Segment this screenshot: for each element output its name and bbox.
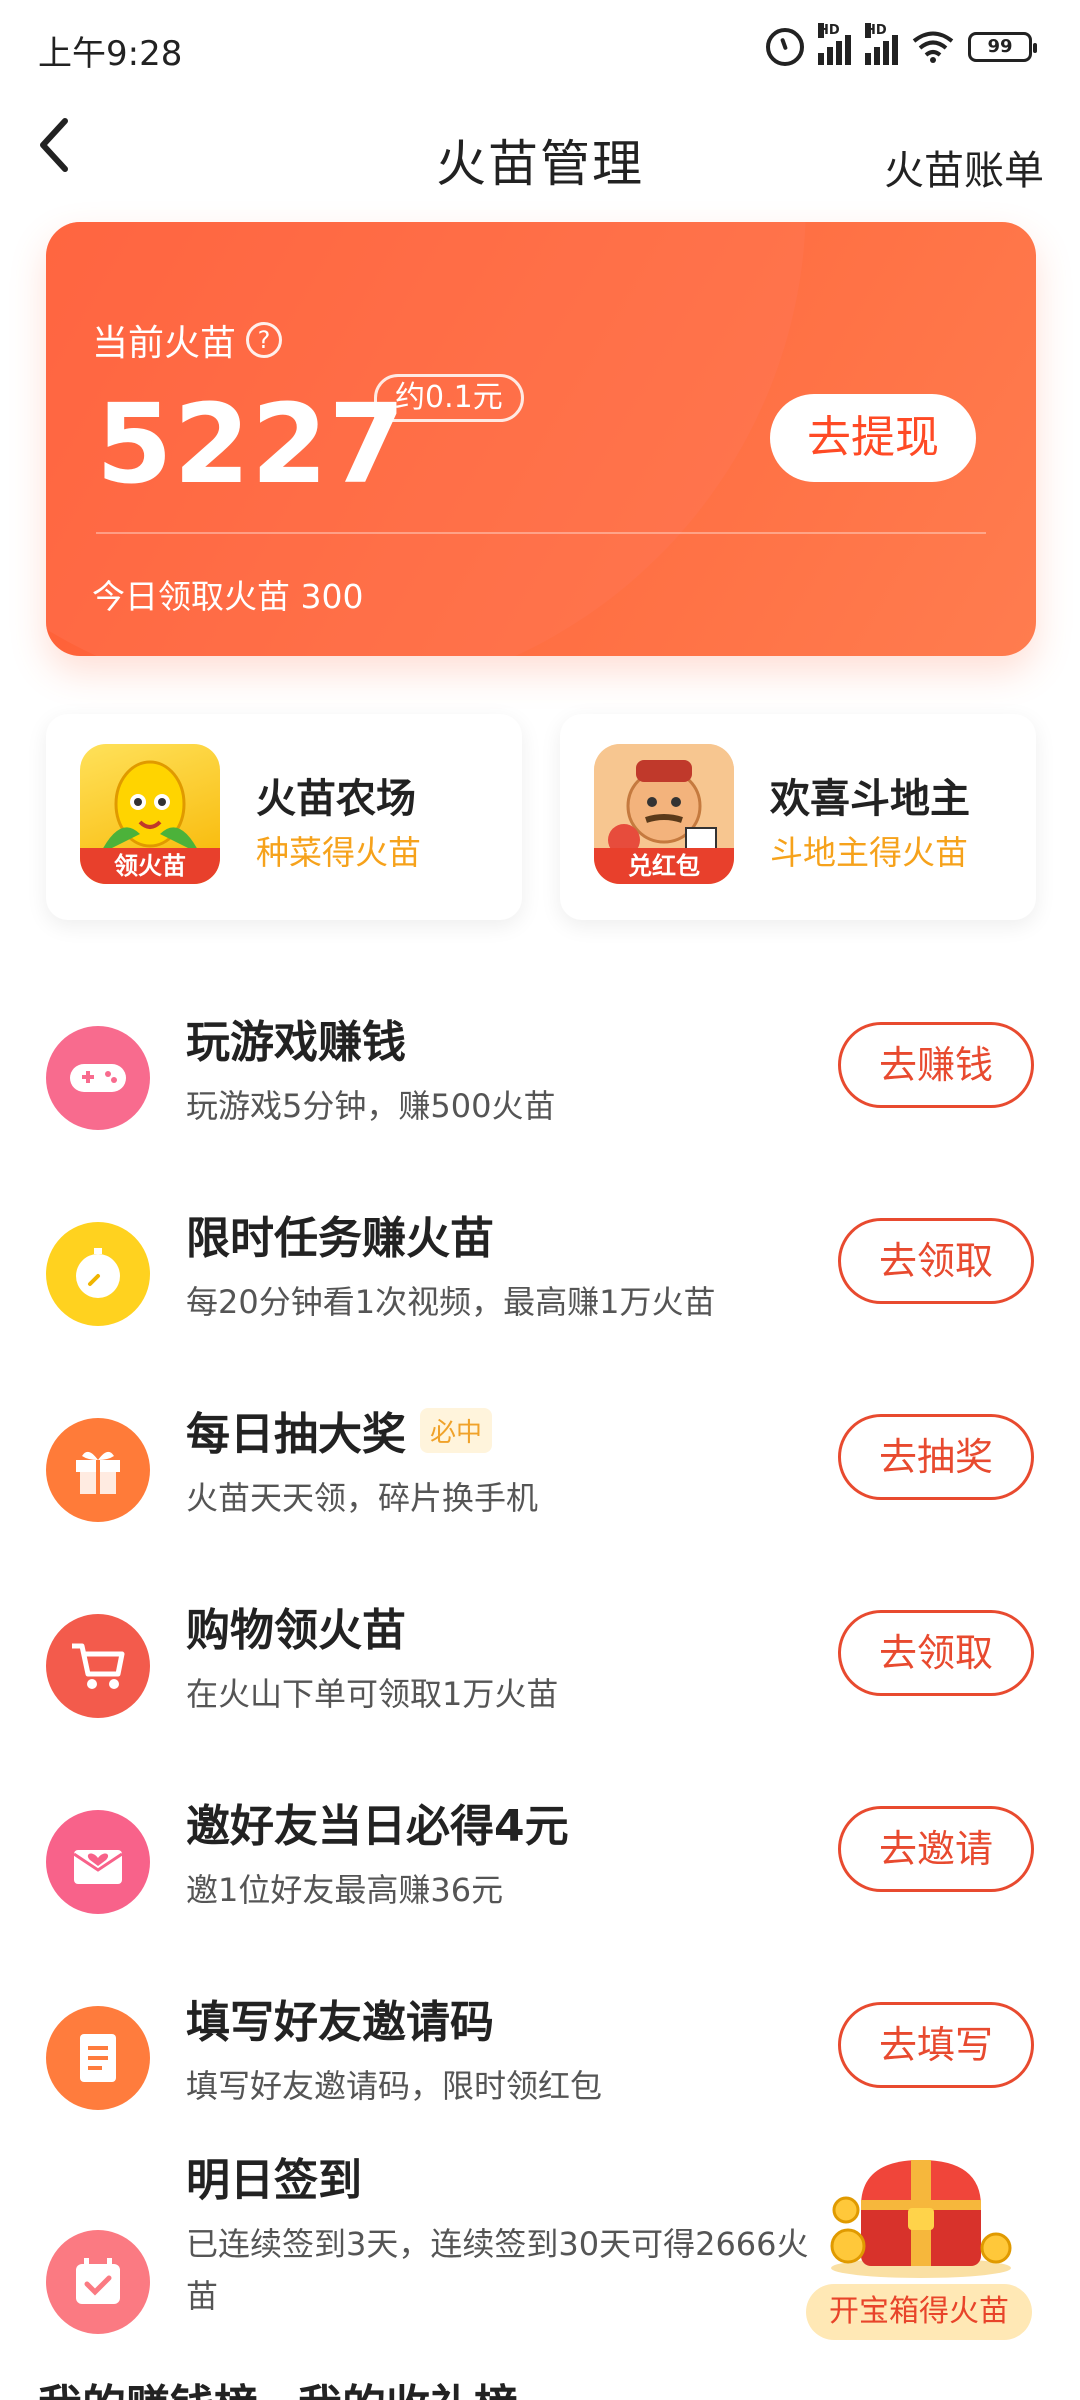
task-description: 玩游戏5分钟，赚500火苗 — [186, 1087, 556, 1125]
balance-label-row: 当前火苗 ? — [92, 314, 283, 366]
lottery-button[interactable]: 去抽奖 — [838, 1414, 1034, 1500]
promo-subtitle: 种菜得火苗 — [256, 833, 421, 872]
promo-name: 火苗农场 — [256, 776, 416, 822]
treasure-chest-icon — [830, 2160, 1012, 2278]
treasure-chest-widget[interactable]: 开宝箱得火苗 — [806, 2150, 1032, 2340]
task-title-text: 限时任务赚火苗 — [186, 1213, 494, 1264]
task-description: 火苗天天领，碎片换手机 — [186, 1479, 539, 1517]
task-title-text: 玩游戏赚钱 — [186, 1017, 406, 1068]
task-description: 邀1位好友最高赚36元 — [186, 1871, 504, 1909]
promo-name: 欢喜斗地主 — [770, 776, 970, 822]
earnings-rank-tab[interactable]: 我的赚钱榜 — [38, 2370, 258, 2400]
gift-icon — [46, 1418, 150, 1522]
withdraw-button[interactable]: 去提现 — [770, 394, 976, 482]
promo-row: 领火苗 火苗农场 种菜得火苗 兑红包 欢喜斗地主 斗地主得火苗 — [46, 714, 1036, 920]
task-description: 已连续签到3天，连续签到30天可得2666火苗 — [186, 2225, 809, 2315]
promo-subtitle: 斗地主得火苗 — [770, 833, 968, 872]
alarm-icon — [766, 28, 804, 66]
shopping-cart-icon — [46, 1614, 150, 1718]
balance-label: 当前火苗 — [92, 323, 237, 364]
bill-link[interactable]: 火苗账单 — [884, 138, 1044, 196]
gamepad-icon — [46, 1026, 150, 1130]
balance-amount: 5227 — [96, 380, 407, 508]
calendar-check-icon — [46, 2230, 150, 2334]
treasure-label: 开宝箱得火苗 — [806, 2284, 1032, 2340]
task-shopping: 购物领火苗 在火山下单可领取1万火苗 去领取 — [0, 1564, 1080, 1760]
task-title: 邀好友当日必得4元 — [186, 1790, 569, 1854]
envelope-heart-icon — [46, 1810, 150, 1914]
task-limited-time: 限时任务赚火苗 每20分钟看1次视频，最高赚1万火苗 去领取 — [0, 1172, 1080, 1368]
guaranteed-badge: 必中 — [420, 1407, 493, 1453]
task-daily-lottery: 每日抽大奖 必中 火苗天天领，碎片换手机 去抽奖 — [0, 1368, 1080, 1564]
battery-icon: 99 — [968, 32, 1037, 62]
task-title-text: 填写好友邀请码 — [186, 1997, 494, 2048]
today-received: 今日领取火苗 300 — [92, 577, 364, 616]
task-title-text: 邀好友当日必得4元 — [186, 1801, 569, 1852]
balance-card: 当前火苗 ? 5227 约0.1元 去提现 今日领取火苗 300 — [46, 222, 1036, 656]
promo-landlord[interactable]: 兑红包 欢喜斗地主 斗地主得火苗 — [560, 714, 1036, 920]
signal-icon: HD — [818, 23, 851, 65]
signal-icon-2: HD — [865, 23, 898, 65]
card-divider — [96, 532, 986, 534]
task-description: 填写好友邀请码，限时领红包 — [186, 2067, 603, 2105]
claim-button[interactable]: 去领取 — [838, 1610, 1034, 1696]
status-bar: 上午9:28 HD HD 99 — [0, 0, 1080, 96]
status-icons: HD HD 99 — [766, 23, 1037, 66]
task-title: 限时任务赚火苗 — [186, 1202, 494, 1266]
claim-button[interactable]: 去领取 — [838, 1218, 1034, 1304]
farm-game-icon: 领火苗 — [80, 744, 220, 884]
stopwatch-icon — [46, 1222, 150, 1326]
bottom-section-tabs: 我的赚钱榜 我的收礼榜 — [38, 2370, 518, 2400]
task-invite-code: 填写好友邀请码 填写好友邀请码，限时领红包 去填写 — [0, 1956, 1080, 2152]
help-icon[interactable]: ? — [246, 322, 283, 358]
earn-button[interactable]: 去赚钱 — [838, 1022, 1034, 1108]
farm-tag: 领火苗 — [80, 848, 220, 884]
task-title-text: 购物领火苗 — [186, 1605, 406, 1656]
task-title: 购物领火苗 — [186, 1594, 406, 1658]
invite-button[interactable]: 去邀请 — [838, 1806, 1034, 1892]
task-title: 每日抽大奖 必中 — [186, 1398, 493, 1462]
task-invite-friends: 邀好友当日必得4元 邀1位好友最高赚36元 去邀请 — [0, 1760, 1080, 1956]
landlord-game-icon: 兑红包 — [594, 744, 734, 884]
task-description: 在火山下单可领取1万火苗 — [186, 1675, 559, 1713]
gifts-rank-tab[interactable]: 我的收礼榜 — [298, 2370, 518, 2400]
promo-farm[interactable]: 领火苗 火苗农场 种菜得火苗 — [46, 714, 522, 920]
fill-in-button[interactable]: 去填写 — [838, 2002, 1034, 2088]
task-title-text: 明日签到 — [186, 2155, 362, 2206]
task-title-text: 每日抽大奖 — [186, 1409, 406, 1460]
header: 火苗管理 火苗账单 — [0, 100, 1080, 210]
task-title: 填写好友邀请码 — [186, 1986, 494, 2050]
document-icon — [46, 2006, 150, 2110]
landlord-tag: 兑红包 — [594, 848, 734, 884]
task-title: 明日签到 — [186, 2144, 362, 2208]
approx-value-badge: 约0.1元 — [374, 374, 524, 422]
task-title: 玩游戏赚钱 — [186, 1006, 406, 1070]
task-description: 每20分钟看1次视频，最高赚1万火苗 — [186, 1283, 716, 1321]
status-time: 上午9:28 — [38, 34, 183, 74]
task-play-games: 玩游戏赚钱 玩游戏5分钟，赚500火苗 去赚钱 — [0, 976, 1080, 1172]
wifi-icon — [912, 31, 954, 63]
